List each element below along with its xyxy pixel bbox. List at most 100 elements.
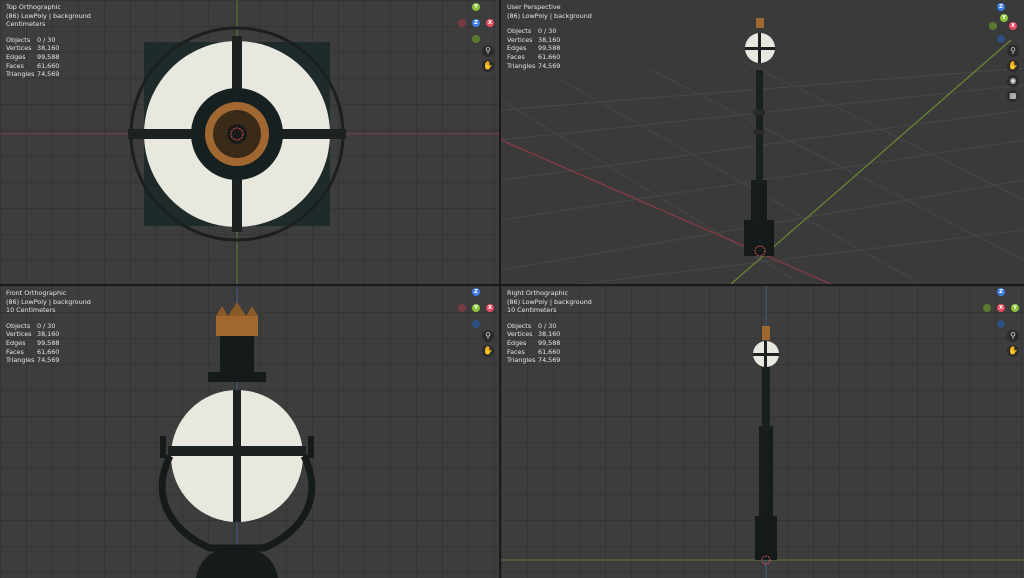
navigation-gizmo[interactable]: Z X Y xyxy=(980,288,1022,330)
magnifier-icon[interactable]: ⚲ xyxy=(1007,45,1019,57)
stat-objects-label: Objects xyxy=(6,321,31,330)
stat-objects-label: Objects xyxy=(507,27,532,36)
stat-triangles-label: Triangles xyxy=(6,70,35,79)
lamp-plinth xyxy=(759,426,773,518)
hand-icon[interactable]: ✋ xyxy=(482,60,494,72)
magnifier-icon[interactable]: ⚲ xyxy=(1007,330,1019,342)
viewport-front-orthographic[interactable]: Front Orthographic (86) LowPoly | backgr… xyxy=(0,286,499,578)
gizmo-y-axis[interactable]: Y xyxy=(1011,304,1019,312)
stat-triangles: 74,569 xyxy=(37,356,60,365)
stat-edges-label: Edges xyxy=(507,338,527,347)
gizmo-y-axis[interactable]: Y xyxy=(472,304,480,312)
magnifier-icon[interactable]: ⚲ xyxy=(482,330,494,342)
stat-edges: 99,588 xyxy=(37,52,60,61)
gizmo-x-axis[interactable]: X xyxy=(997,304,1005,312)
gizmo-z-axis[interactable]: Z xyxy=(997,3,1005,11)
lamp-base xyxy=(755,516,777,560)
collection-label: (86) LowPoly | background xyxy=(6,297,91,306)
neck xyxy=(220,336,254,372)
viewport-user-perspective[interactable]: User Perspective (86) LowPoly | backgrou… xyxy=(501,0,1024,284)
stat-triangles-label: Triangles xyxy=(507,61,536,70)
stat-faces-label: Faces xyxy=(6,347,24,356)
stat-vertices-label: Vertices xyxy=(507,35,533,44)
stat-faces: 61,660 xyxy=(538,347,561,356)
collection-label: (86) LowPoly | background xyxy=(507,11,592,20)
camera-icon[interactable]: ◉ xyxy=(1007,75,1019,87)
gizmo-x-axis[interactable]: X xyxy=(486,304,494,312)
collection-label: (86) LowPoly | background xyxy=(507,297,592,306)
stat-vertices: 38,160 xyxy=(37,44,60,53)
gizmo-z-axis[interactable]: Z xyxy=(472,288,480,296)
view-title: Top Orthographic xyxy=(6,3,61,11)
lamp-crown xyxy=(762,326,770,340)
gizmo-neg-z[interactable] xyxy=(472,320,480,328)
gizmo-x-axis[interactable]: X xyxy=(1009,22,1017,30)
gizmo-y-axis[interactable]: Y xyxy=(472,3,480,11)
stat-objects: 0 / 30 xyxy=(538,321,557,330)
units-label: 10 Centimeters xyxy=(6,306,56,315)
hand-icon[interactable]: ✋ xyxy=(482,345,494,357)
viewport-top-orthographic[interactable]: Top Orthographic (86) LowPoly | backgrou… xyxy=(0,0,499,284)
stat-faces-label: Faces xyxy=(507,347,525,356)
gizmo-z-axis[interactable]: Z xyxy=(997,288,1005,296)
stat-triangles-label: Triangles xyxy=(6,356,35,365)
collection-label: (86) LowPoly | background xyxy=(6,11,91,20)
magnifier-icon[interactable]: ⚲ xyxy=(482,45,494,57)
gizmo-neg-z[interactable] xyxy=(997,35,1005,43)
stat-edges-label: Edges xyxy=(507,44,527,53)
hand-icon[interactable]: ✋ xyxy=(1007,60,1019,72)
stat-vertices-label: Vertices xyxy=(6,330,32,339)
globe-bar-h xyxy=(168,446,306,456)
stat-vertices: 38,160 xyxy=(538,35,561,44)
stat-triangles: 74,569 xyxy=(538,61,561,70)
lamp-base xyxy=(744,220,774,256)
gizmo-neg-y[interactable] xyxy=(983,304,991,312)
stat-triangles: 74,569 xyxy=(538,356,561,365)
stat-vertices: 38,160 xyxy=(538,330,561,339)
viewport-right-orthographic[interactable]: Right Orthographic (86) LowPoly | backgr… xyxy=(501,286,1024,578)
stat-triangles-label: Triangles xyxy=(507,356,536,365)
stat-edges: 99,588 xyxy=(538,338,561,347)
viewport-info: Top Orthographic (86) LowPoly | backgrou… xyxy=(6,3,91,79)
cradle-base xyxy=(196,548,278,578)
stat-edges-label: Edges xyxy=(6,338,26,347)
gizmo-neg-z[interactable] xyxy=(997,320,1005,328)
stat-edges: 99,588 xyxy=(37,338,60,347)
navigation-gizmo[interactable]: Y Z X xyxy=(455,3,497,45)
crown-brass xyxy=(216,316,258,336)
navigation-gizmo[interactable]: Z Y X xyxy=(980,3,1022,45)
stat-triangles: 74,569 xyxy=(37,70,60,79)
view-title: Front Orthographic xyxy=(6,289,67,297)
gizmo-neg-y[interactable] xyxy=(989,22,997,30)
lamp-post xyxy=(756,70,763,185)
gizmo-x-axis[interactable]: X xyxy=(486,19,494,27)
view-title: User Perspective xyxy=(507,3,561,11)
gizmo-neg-y[interactable] xyxy=(472,35,480,43)
stat-edges-label: Edges xyxy=(6,52,26,61)
collar xyxy=(208,372,266,382)
grid-icon[interactable]: ▦ xyxy=(1007,90,1019,102)
viewport-info: Right Orthographic (86) LowPoly | backgr… xyxy=(507,289,592,365)
stat-vertices-label: Vertices xyxy=(507,330,533,339)
units-label: 10 Centimeters xyxy=(507,306,557,315)
gizmo-neg-x[interactable] xyxy=(458,304,466,312)
hand-icon[interactable]: ✋ xyxy=(1007,345,1019,357)
navigation-gizmo[interactable]: Z Y X xyxy=(455,288,497,330)
stat-vertices: 38,160 xyxy=(37,330,60,339)
viewport-info: Front Orthographic (86) LowPoly | backgr… xyxy=(6,289,91,365)
viewport-info: User Perspective (86) LowPoly | backgrou… xyxy=(507,3,592,70)
stat-objects-label: Objects xyxy=(507,321,532,330)
lamp-crown xyxy=(756,18,764,28)
gizmo-z-axis[interactable]: Z xyxy=(472,19,480,27)
units-label: Centimeters xyxy=(6,20,46,29)
stat-objects: 0 / 30 xyxy=(37,35,56,44)
stat-faces: 61,660 xyxy=(538,52,561,61)
lamp-post xyxy=(762,366,770,431)
stat-objects-label: Objects xyxy=(6,35,31,44)
gizmo-neg-x[interactable] xyxy=(458,19,466,27)
stat-objects: 0 / 30 xyxy=(37,321,56,330)
stat-faces: 61,660 xyxy=(37,61,60,70)
stat-objects: 0 / 30 xyxy=(538,27,557,36)
crown-center xyxy=(227,124,247,144)
gizmo-y-axis[interactable]: Y xyxy=(1000,14,1008,22)
